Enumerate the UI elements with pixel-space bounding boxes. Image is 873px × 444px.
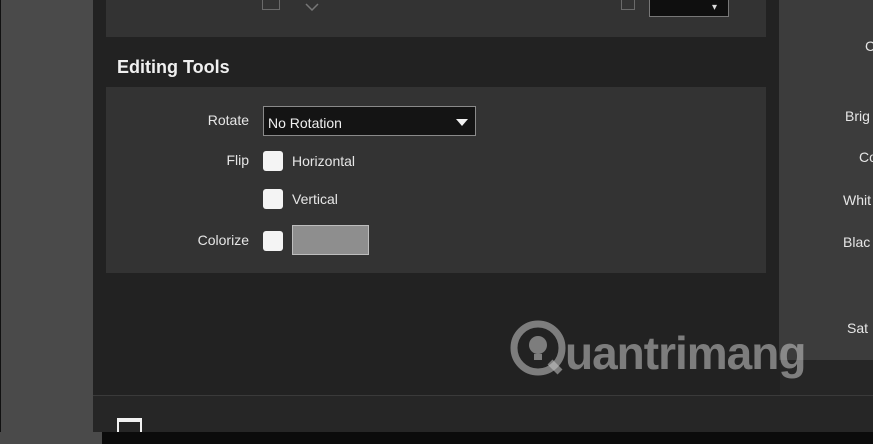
adjustments-panel (779, 0, 873, 360)
flip-horizontal-label: Horizontal (292, 153, 356, 169)
rotate-label: Rotate (207, 112, 249, 128)
flip-horizontal-checkbox[interactable] (263, 151, 283, 171)
adjustment-label: C (865, 38, 873, 54)
saturation-label: Sat (847, 320, 869, 336)
brightness-label: Brig (845, 108, 870, 124)
contrast-label: Co (859, 149, 873, 165)
flip-vertical-label: Vertical (292, 191, 338, 207)
slider-handle[interactable] (262, 0, 280, 10)
quantrimang-logo (510, 320, 566, 376)
slider-caret-icon (305, 3, 319, 11)
bottom-toolbar (93, 395, 873, 431)
flip-vertical-checkbox[interactable] (263, 189, 283, 209)
watermark-text: uantrimang (565, 327, 806, 379)
bottom-left-strip (0, 432, 102, 444)
white-label: Whit (843, 192, 871, 208)
colorize-checkbox[interactable] (263, 231, 283, 251)
top-checkbox[interactable] (621, 0, 635, 10)
black-label: Blac (843, 234, 871, 250)
bottom-strip (102, 432, 873, 444)
left-sidebar-strip (0, 0, 93, 444)
spinner-icon[interactable]: ▾ (712, 2, 717, 13)
colorize-label: Colorize (197, 232, 249, 248)
chevron-down-icon (456, 119, 468, 126)
rotate-dropdown-value: No Rotation (268, 115, 342, 131)
section-title: Editing Tools (117, 57, 230, 77)
flip-label: Flip (226, 152, 249, 168)
colorize-color-swatch[interactable] (292, 225, 369, 255)
